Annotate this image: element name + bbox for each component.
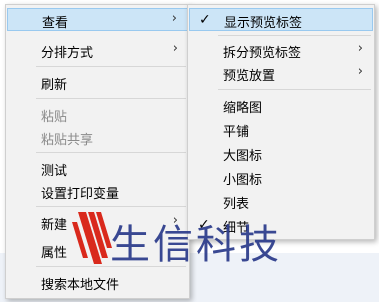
view-submenu: ✓ 显示预览标签 拆分预览标签 › 预览放置 › 缩略图 平铺 大图标 小图标 …	[187, 4, 375, 240]
menu-item-search-local-files[interactable]: 搜索本地文件	[7, 271, 188, 294]
menu-item-sort-label: 分排方式	[41, 46, 94, 61]
menu-item-sort[interactable]: 分排方式 ›	[7, 39, 188, 62]
menu-item-test[interactable]: 测试	[7, 157, 188, 180]
menu-item-test-label: 测试	[41, 164, 68, 179]
submenu-item-preview-position-label: 预览放置	[223, 69, 276, 84]
menu-item-view[interactable]: 查看 ›	[7, 8, 188, 31]
menu-item-print-variables[interactable]: 设置打印变量	[7, 180, 188, 203]
submenu-item-tiles[interactable]: 平铺	[189, 118, 373, 141]
menu-separator	[36, 98, 186, 99]
menu-separator	[218, 89, 371, 90]
menu-separator	[36, 206, 186, 207]
submenu-item-show-preview-tabs-label: 显示预览标签	[224, 16, 303, 31]
chevron-right-icon: ›	[171, 11, 177, 26]
chevron-right-icon: ›	[172, 41, 178, 56]
submenu-item-small-icons[interactable]: 小图标	[189, 166, 373, 189]
submenu-item-preview-position[interactable]: 预览放置 ›	[189, 62, 373, 85]
submenu-item-thumbnails[interactable]: 缩略图	[189, 94, 373, 117]
submenu-item-list[interactable]: 列表	[189, 190, 373, 213]
menu-separator	[36, 66, 186, 67]
chevron-right-icon: ›	[357, 41, 363, 56]
submenu-item-split-preview-tabs-label: 拆分预览标签	[223, 46, 302, 61]
menu-separator	[36, 152, 186, 153]
menu-item-search-local-files-label: 搜索本地文件	[41, 278, 120, 293]
watermark-text: 生信科技	[110, 222, 282, 268]
menu-item-paste-label: 粘贴	[41, 110, 68, 125]
menu-separator	[218, 35, 371, 36]
menu-item-paste-share[interactable]: 粘贴共享	[7, 126, 188, 149]
submenu-item-show-preview-tabs[interactable]: ✓ 显示预览标签	[189, 8, 373, 31]
submenu-item-large-icons-label: 大图标	[223, 149, 263, 164]
submenu-item-large-icons[interactable]: 大图标	[189, 142, 373, 165]
menu-item-print-variables-label: 设置打印变量	[41, 187, 120, 202]
menu-item-view-label: 查看	[42, 16, 69, 31]
menu-item-refresh-label: 刷新	[41, 78, 68, 93]
chevron-right-icon: ›	[357, 64, 363, 79]
submenu-item-small-icons-label: 小图标	[223, 173, 263, 188]
menu-item-refresh[interactable]: 刷新	[7, 71, 188, 94]
menu-item-paste-share-label: 粘贴共享	[41, 133, 94, 148]
submenu-item-list-label: 列表	[223, 197, 250, 212]
menu-item-new-label: 新建	[41, 218, 68, 233]
submenu-item-split-preview-tabs[interactable]: 拆分预览标签 ›	[189, 39, 373, 62]
menu-item-properties-label: 属性	[41, 246, 68, 261]
submenu-item-thumbnails-label: 缩略图	[223, 101, 263, 116]
menu-item-paste[interactable]: 粘贴	[7, 103, 188, 126]
submenu-item-tiles-label: 平铺	[223, 125, 250, 140]
checkmark-icon: ✓	[199, 12, 211, 28]
